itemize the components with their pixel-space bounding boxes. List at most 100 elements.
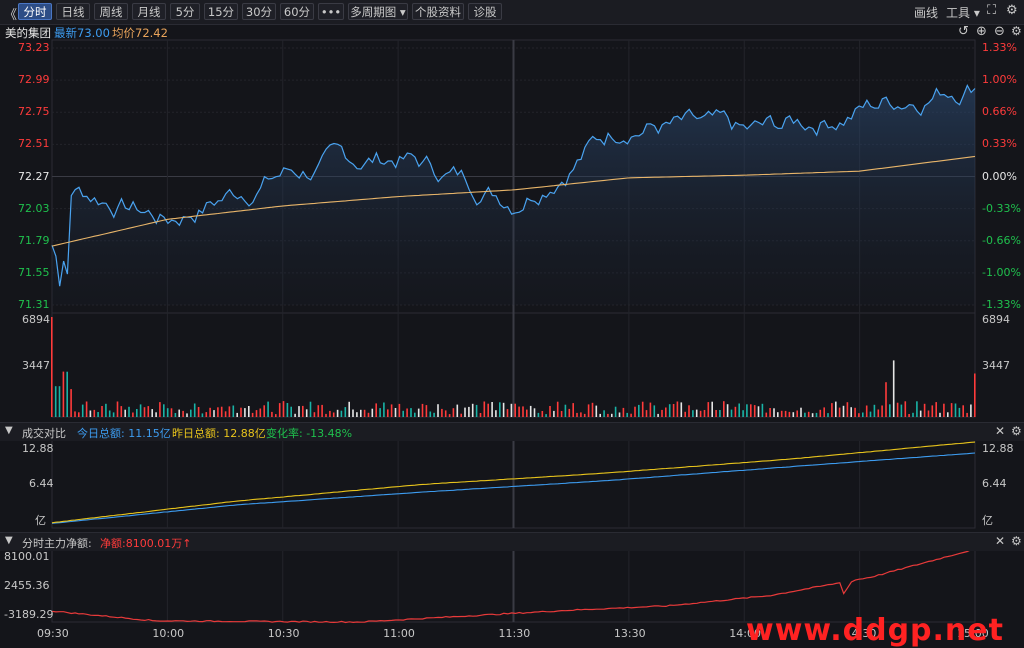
volume-bar-102	[444, 410, 447, 417]
turnover-gear-icon[interactable]: ⚙	[1011, 424, 1022, 438]
volume-bar-117	[502, 402, 505, 417]
volume-max-left: 6894	[22, 313, 50, 326]
yesterday-total: 昨日总额: 12.88亿	[172, 427, 266, 440]
volume-bar-89	[394, 408, 397, 417]
watermark: www.ddgp.net	[746, 613, 1004, 648]
price-tick-2: 72.75	[18, 105, 50, 119]
volume-bar-228	[931, 405, 934, 417]
volume-bar-23	[139, 404, 142, 417]
volume-bar-94	[414, 412, 416, 417]
volume-bar-90	[398, 403, 401, 417]
volume-bar-191	[788, 411, 791, 417]
volume-bar-21	[132, 412, 134, 417]
flow-max-left: 8100.01	[4, 550, 50, 563]
volume-bar-220	[900, 404, 903, 417]
volume-bar-181	[750, 404, 752, 417]
volume-bar-50	[244, 408, 246, 417]
volume-bar-163	[680, 402, 683, 417]
flow-gear-icon[interactable]: ⚙	[1011, 534, 1022, 548]
volume-bar-104	[452, 408, 455, 417]
volume-bar-61	[286, 403, 289, 417]
volume-bar-231	[943, 403, 945, 417]
volume-mid-left: 3447	[22, 359, 50, 372]
volume-bar-158	[661, 409, 663, 417]
flow-title: 分时主力净额:	[22, 537, 92, 550]
turnover-max-right: 12.88	[982, 442, 1014, 455]
volume-bar-168	[699, 410, 702, 417]
volume-bar-91	[402, 410, 404, 417]
volume-bar-83	[371, 408, 374, 417]
percent-tick-4: 0.00%	[982, 169, 1017, 183]
volume-bar-193	[796, 410, 798, 417]
turnover-max-left: 12.88	[22, 442, 54, 455]
volume-bar-39	[201, 413, 204, 417]
flow-close-icon[interactable]: ✕	[995, 534, 1005, 548]
volume-bar-139	[587, 404, 590, 417]
price-tick-5: 72.03	[18, 201, 50, 215]
volume-bar-34	[182, 410, 184, 417]
volume-bar-141	[595, 405, 598, 417]
volume-bar-80	[360, 409, 362, 417]
volume-bar-28	[159, 402, 161, 417]
volume-bar-226	[923, 403, 926, 417]
volume-bar-195	[804, 412, 806, 417]
volume-bar-137	[580, 412, 582, 417]
volume-bar-214	[877, 409, 880, 417]
volume-bar-174	[723, 401, 725, 417]
volume-bar-173	[719, 410, 721, 417]
time-tick-2: 10:30	[267, 627, 300, 640]
volume-bar-208	[854, 407, 856, 417]
collapse-turnover-icon[interactable]: ▼	[5, 425, 13, 436]
today-total: 今日总额: 11.15亿	[77, 427, 171, 440]
volume-bar-110	[475, 404, 478, 417]
price-tick-7: 71.55	[18, 265, 50, 279]
volume-bar-232	[947, 412, 949, 417]
volume-mid-right: 3447	[982, 359, 1010, 372]
volume-bar-38	[197, 407, 200, 417]
turnover-close-icon[interactable]: ✕	[995, 424, 1005, 438]
volume-bar-111	[479, 413, 482, 417]
volume-bar-223	[912, 412, 914, 417]
volume-bar-176	[730, 409, 733, 417]
time-tick-1: 10:00	[152, 627, 185, 640]
percent-tick-5: -0.33%	[982, 201, 1021, 215]
volume-bar-2	[58, 386, 61, 417]
volume-bar-36	[190, 409, 192, 417]
volume-bar-170	[707, 402, 710, 417]
volume-bar-114	[491, 402, 493, 417]
volume-bar-71	[325, 413, 327, 417]
volume-bar-152	[638, 404, 640, 417]
collapse-flow-icon[interactable]: ▼	[5, 535, 13, 546]
volume-bar-47	[232, 405, 235, 417]
turnover-panel-header: ▼ 成交对比 今日总额: 11.15亿 昨日总额: 12.88亿 变化率: -1…	[0, 422, 1024, 441]
price-tick-8: 71.31	[18, 298, 50, 311]
time-tick-5: 13:30	[613, 627, 646, 640]
volume-bar-10	[89, 410, 92, 417]
volume-bar-207	[850, 407, 852, 417]
turnover-unit-right: 亿	[982, 514, 993, 527]
volume-bar-88	[390, 404, 393, 417]
volume-bar-235	[958, 407, 961, 417]
volume-bar-190	[784, 410, 787, 417]
volume-bar-216	[885, 382, 887, 417]
volume-bar-159	[665, 407, 667, 417]
time-tick-4: 11:30	[498, 627, 531, 640]
volume-bar-16	[112, 412, 115, 417]
volume-bar-161	[672, 404, 675, 417]
volume-bar-81	[363, 409, 366, 417]
volume-bar-145	[611, 413, 613, 417]
volume-bar-185	[765, 412, 768, 417]
volume-bar-171	[711, 401, 713, 417]
volume-bar-134	[568, 408, 571, 417]
volume-bar-17	[116, 401, 119, 417]
volume-bar-229	[935, 402, 937, 417]
volume-bar-236	[962, 405, 964, 417]
volume-bar-133	[564, 404, 567, 417]
volume-bar-4	[66, 371, 68, 417]
volume-bar-87	[387, 409, 389, 417]
volume-bar-189	[780, 410, 783, 417]
volume-bar-188	[777, 412, 779, 417]
volume-bar-64	[298, 406, 300, 417]
volume-bar-115	[495, 410, 497, 417]
volume-bar-44	[220, 406, 223, 417]
